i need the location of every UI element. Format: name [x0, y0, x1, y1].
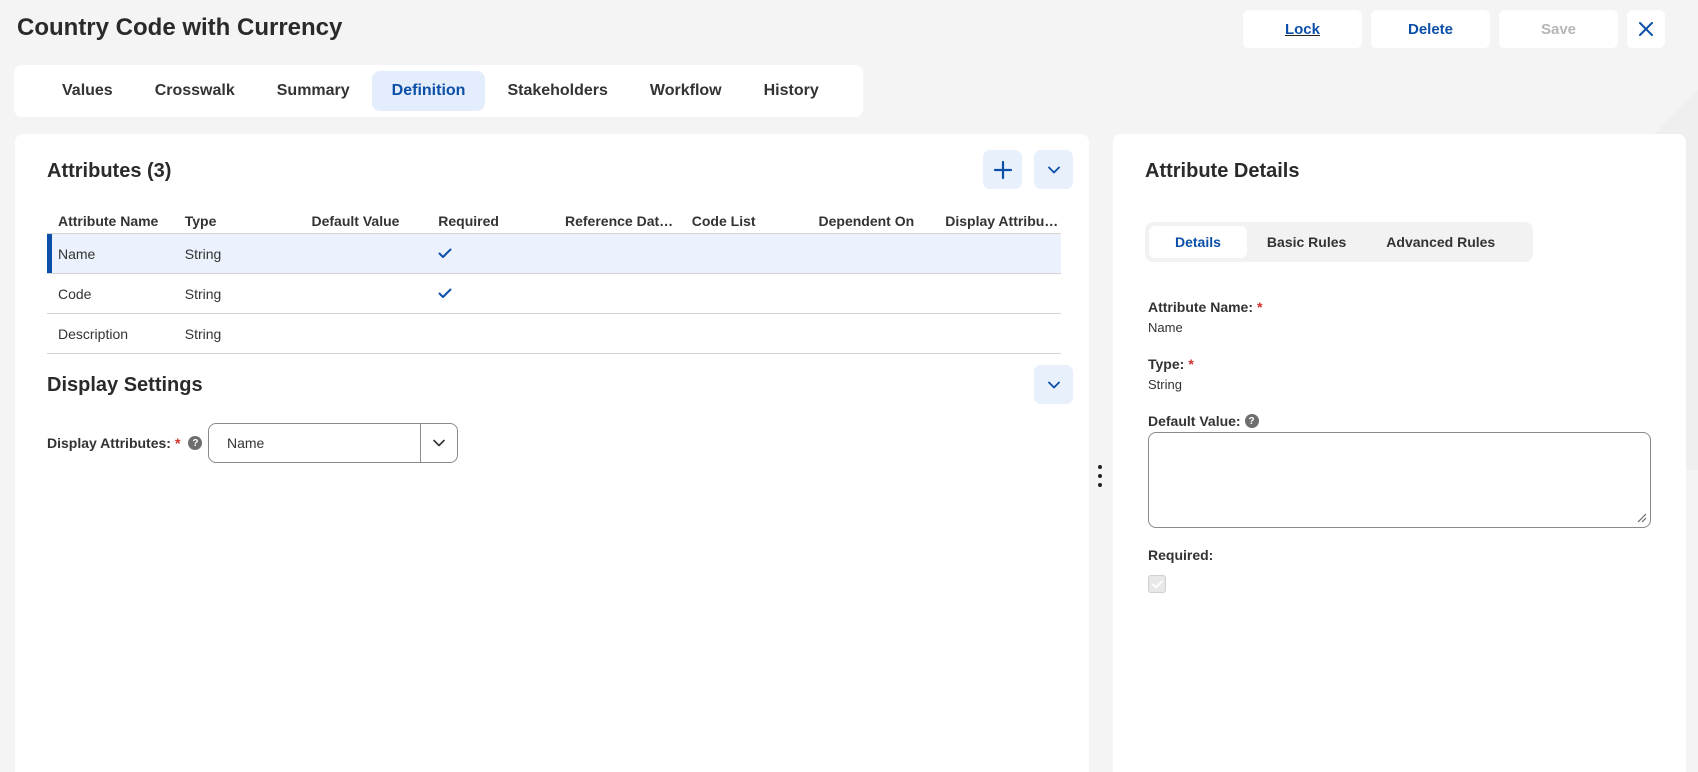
- display-attributes-cell: [934, 314, 1061, 353]
- attributes-panel: Attributes (3) Attribute Name Type Defau…: [15, 134, 1089, 772]
- close-icon: [1639, 22, 1653, 36]
- tab-summary[interactable]: Summary: [257, 71, 370, 111]
- save-button[interactable]: Save: [1499, 10, 1618, 48]
- required-asterisk: *: [1188, 356, 1194, 372]
- subtab-basic-rules[interactable]: Basic Rules: [1247, 226, 1366, 258]
- attributes-title: Attributes (3): [47, 160, 172, 182]
- dependent-on-cell: [808, 314, 935, 353]
- table-row[interactable]: Name String: [47, 234, 1061, 274]
- reference-data-cell: [554, 234, 681, 273]
- table-row[interactable]: Description String: [47, 314, 1061, 354]
- required-checkbox[interactable]: [1148, 575, 1166, 593]
- tab-values[interactable]: Values: [42, 71, 133, 111]
- type-label-text: Type:: [1148, 356, 1185, 372]
- attribute-name-cell: Code: [58, 285, 92, 302]
- required-cell: [427, 234, 554, 273]
- display-settings-title: Display Settings: [47, 374, 203, 396]
- tab-crosswalk[interactable]: Crosswalk: [135, 71, 255, 111]
- display-attributes-select[interactable]: Name: [208, 423, 458, 463]
- default-value-cell: [301, 234, 428, 273]
- display-attributes-value: Name: [227, 435, 265, 451]
- default-value-label: Default Value: ?: [1148, 413, 1259, 429]
- display-attributes-cell: [934, 234, 1061, 273]
- display-attributes-label: Display Attributes: * ?: [47, 435, 203, 451]
- required-cell: [427, 314, 554, 353]
- display-attributes-label-text: Display Attributes:: [47, 435, 171, 451]
- attribute-type-cell: String: [184, 245, 222, 262]
- attributes-table: Attribute Name Type Default Value Requir…: [47, 208, 1061, 354]
- default-value-cell: [301, 314, 428, 353]
- attribute-details-panel: Attribute Details Details Basic Rules Ad…: [1113, 134, 1686, 772]
- panel-resize-handle-icon[interactable]: [1096, 465, 1104, 487]
- subtab-details[interactable]: Details: [1149, 226, 1247, 258]
- attribute-type-cell: String: [184, 325, 222, 342]
- attribute-name-cell: Name: [58, 245, 96, 262]
- attribute-type-cell: String: [184, 285, 222, 302]
- default-value-cell: [301, 274, 428, 313]
- checkmark-icon: [438, 288, 452, 298]
- default-value-label-text: Default Value:: [1148, 413, 1241, 429]
- resize-grip-icon[interactable]: [1637, 513, 1647, 523]
- default-value-textarea[interactable]: [1148, 432, 1651, 528]
- select-toggle[interactable]: [420, 424, 457, 462]
- required-cell: [427, 274, 554, 313]
- chevron-down-icon: [1047, 381, 1060, 388]
- details-subtabs: Details Basic Rules Advanced Rules: [1145, 222, 1533, 262]
- type-value: String: [1148, 377, 1182, 392]
- tab-workflow[interactable]: Workflow: [630, 71, 742, 111]
- tab-stakeholders[interactable]: Stakeholders: [487, 71, 627, 111]
- attribute-name-value: Name: [1148, 320, 1183, 335]
- column-header[interactable]: Reference Data ...: [554, 213, 681, 229]
- dependent-on-cell: [808, 234, 935, 273]
- plus-icon: [993, 160, 1012, 179]
- top-actions: Lock Delete Save: [1243, 10, 1665, 48]
- page-title: Country Code with Currency: [17, 14, 343, 41]
- attribute-details-title: Attribute Details: [1145, 160, 1300, 182]
- required-asterisk: *: [1257, 299, 1263, 315]
- code-list-cell: [681, 314, 808, 353]
- tab-history[interactable]: History: [744, 71, 839, 111]
- help-icon[interactable]: ?: [188, 436, 203, 450]
- table-header: Attribute Name Type Default Value Requir…: [47, 208, 1061, 234]
- dependent-on-cell: [808, 274, 935, 313]
- main-tabs: Values Crosswalk Summary Definition Stak…: [14, 65, 863, 117]
- close-button[interactable]: [1627, 10, 1665, 48]
- checkmark-icon: [1151, 580, 1163, 588]
- display-attributes-cell: [934, 274, 1061, 313]
- lock-button-label: Lock: [1284, 20, 1320, 38]
- display-settings-collapse-button[interactable]: [1034, 365, 1073, 404]
- column-header[interactable]: Required: [427, 213, 554, 229]
- code-list-cell: [681, 274, 808, 313]
- help-icon[interactable]: ?: [1244, 414, 1259, 428]
- chevron-down-icon: [433, 439, 445, 447]
- reference-data-cell: [554, 274, 681, 313]
- column-header[interactable]: Type: [174, 213, 301, 229]
- chevron-down-icon: [1047, 166, 1060, 173]
- delete-button[interactable]: Delete: [1371, 10, 1490, 48]
- checkmark-icon: [438, 248, 452, 258]
- required-asterisk: *: [174, 435, 181, 451]
- subtab-advanced-rules[interactable]: Advanced Rules: [1366, 226, 1515, 258]
- reference-data-cell: [554, 314, 681, 353]
- required-label: Required:: [1148, 547, 1214, 563]
- add-attribute-button[interactable]: [983, 150, 1022, 189]
- column-header[interactable]: Dependent On: [808, 213, 935, 229]
- attribute-name-label-text: Attribute Name:: [1148, 299, 1254, 315]
- tab-definition[interactable]: Definition: [371, 71, 486, 111]
- table-row[interactable]: Code String: [47, 274, 1061, 314]
- lock-button[interactable]: Lock: [1243, 10, 1362, 48]
- column-header[interactable]: Attribute Name: [47, 213, 174, 229]
- code-list-cell: [681, 234, 808, 273]
- column-header[interactable]: Display Attributes: [934, 213, 1061, 229]
- attribute-name-cell: Description: [58, 325, 129, 342]
- column-header[interactable]: Code List: [681, 213, 808, 229]
- type-label: Type: *: [1148, 356, 1194, 372]
- attributes-collapse-button[interactable]: [1034, 150, 1073, 189]
- column-header[interactable]: Default Value: [301, 213, 428, 229]
- attribute-name-label: Attribute Name: *: [1148, 299, 1262, 315]
